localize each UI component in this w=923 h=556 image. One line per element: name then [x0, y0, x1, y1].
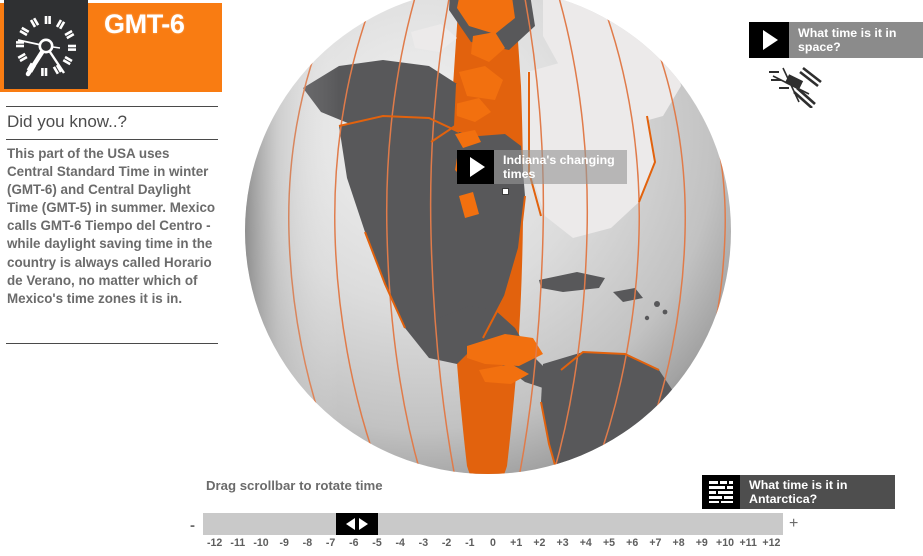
timezone-tick[interactable]: -9	[279, 537, 288, 549]
timezone-tick[interactable]: -3	[419, 537, 428, 549]
scroll-decrease-button[interactable]: -	[190, 518, 195, 533]
divider-bottom	[6, 343, 218, 344]
timezone-tick[interactable]: +8	[673, 537, 685, 549]
timezone-tick[interactable]: -10	[253, 537, 268, 549]
gmt-label: GMT-6	[104, 9, 185, 39]
play-icon	[749, 22, 789, 58]
timezone-tick[interactable]: +10	[716, 537, 734, 549]
timezone-tick[interactable]: +3	[557, 537, 569, 549]
timezone-tick[interactable]: -2	[442, 537, 451, 549]
timezone-scrollbar-track[interactable]	[203, 513, 783, 535]
clock-icon	[4, 0, 88, 89]
rotatable-globe[interactable]	[243, 0, 733, 496]
timezone-tick[interactable]: -6	[349, 537, 358, 549]
article-text-icon	[702, 475, 740, 509]
timezone-tick[interactable]: +2	[533, 537, 545, 549]
timezone-tick[interactable]: +6	[626, 537, 638, 549]
timezone-tick[interactable]: -5	[372, 537, 381, 549]
what-time-in-space-button[interactable]: What time is it in space?	[749, 22, 923, 58]
timezone-tick[interactable]: +1	[510, 537, 522, 549]
timezone-scrollbar-thumb[interactable]	[336, 513, 378, 535]
timezone-tick-labels: -12 -11 -10 -9 -8 -7 -6 -5 -4 -3 -2 -1 0 +1 +2 +3 +4 +5 +6…	[203, 537, 783, 553]
timezone-tick[interactable]: -7	[326, 537, 335, 549]
divider-middle	[6, 139, 218, 140]
what-time-in-antarctica-button[interactable]: What time is it in Antarctica?	[702, 475, 895, 509]
timezone-tick[interactable]: +5	[603, 537, 615, 549]
timezone-tick[interactable]: -1	[465, 537, 474, 549]
timezone-explorer-app: GMT-6 Did you know..? This part of the U…	[0, 0, 923, 556]
space-station-icon	[765, 62, 827, 108]
card-antarctica-label: What time is it in Antarctica?	[740, 475, 895, 509]
play-icon	[457, 150, 494, 184]
did-you-know-heading: Did you know..?	[7, 112, 128, 131]
left-right-arrows-icon	[346, 518, 368, 530]
timezone-tick[interactable]: -11	[230, 537, 245, 549]
drag-scrollbar-hint: Drag scrollbar to rotate time	[206, 478, 383, 493]
card-space-label: What time is it in space?	[789, 22, 923, 58]
timezone-tick[interactable]: -4	[395, 537, 404, 549]
indiana-changing-times-button[interactable]: Indiana's changing times	[457, 150, 627, 184]
info-panel: GMT-6 Did you know..? This part of the U…	[0, 0, 222, 350]
timezone-tick[interactable]: +4	[580, 537, 592, 549]
timezone-tick[interactable]: +7	[649, 537, 661, 549]
timezone-tick[interactable]: -8	[303, 537, 312, 549]
timezone-tick[interactable]: +12	[762, 537, 780, 549]
card-indiana-label: Indiana's changing times	[494, 150, 627, 184]
timezone-tick[interactable]: -12	[207, 537, 222, 549]
timezone-tick[interactable]: 0	[490, 537, 496, 549]
divider-top	[6, 106, 218, 107]
location-marker[interactable]	[502, 188, 509, 195]
scroll-increase-button[interactable]: +	[789, 516, 798, 532]
fact-body-text: This part of the USA uses Central Standa…	[7, 146, 216, 306]
timezone-tick[interactable]: +9	[696, 537, 708, 549]
timezone-tick[interactable]: +11	[739, 537, 756, 549]
